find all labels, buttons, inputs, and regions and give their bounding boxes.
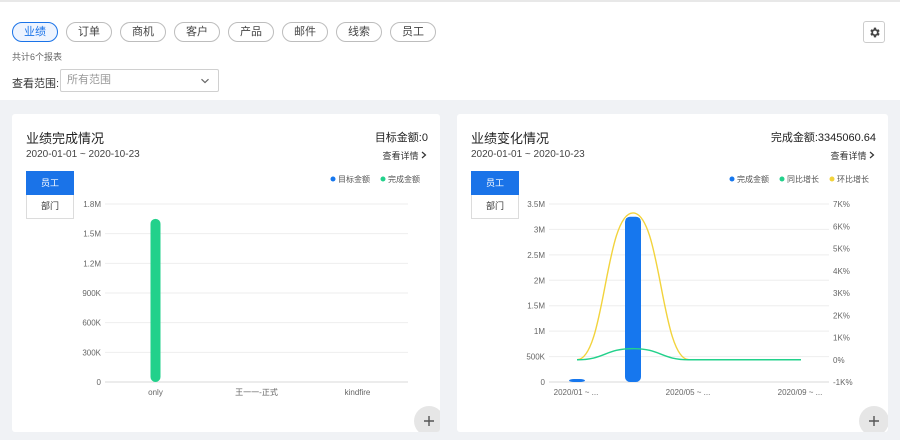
add-button[interactable]: [859, 406, 888, 432]
legend-marker: [330, 176, 336, 182]
y-tick-label: 0: [541, 378, 546, 387]
x-tick-label: 2020/09 ~ ...: [778, 388, 823, 397]
scope-value: 所有范围: [67, 74, 111, 86]
y2-tick-label: 2K%: [833, 311, 850, 320]
bar-completed: [150, 218, 161, 382]
tab-opportunities[interactable]: 商机: [120, 22, 166, 42]
tab-performance[interactable]: 业绩: [12, 22, 58, 42]
scope-label: 查看范围:: [12, 78, 60, 90]
tab-emails[interactable]: 邮件: [282, 22, 328, 42]
bar-completed: [569, 379, 585, 382]
x-tick-label: 2020/01 ~ ...: [554, 388, 599, 397]
y-tick-label: 900K: [82, 289, 101, 298]
report-tabs: 业绩 订单 商机 客户 产品 邮件 线索 员工: [12, 22, 436, 42]
y-tick-label: 1.5M: [527, 302, 545, 311]
y2-tick-label: 3K%: [833, 289, 850, 298]
performance-completion-card: 业绩完成情况 目标金额:0 2020-01-01 ~ 2020-10-23 查看…: [12, 114, 440, 432]
gear-icon: [869, 27, 880, 37]
legend-marker: [829, 176, 835, 182]
y2-tick-label: 5K%: [833, 245, 850, 254]
top-panel: 业绩 订单 商机 客户 产品 邮件 线索 员工 共计6个报表 查看范围: 所有范…: [0, 0, 900, 100]
y-tick-label: 1.5M: [83, 230, 101, 239]
y-tick-label: 2M: [534, 276, 545, 285]
tab-employees[interactable]: 员工: [390, 22, 436, 42]
legend-label: 完成金额: [737, 174, 769, 184]
y-tick-label: 3.5M: [527, 200, 545, 209]
performance-trend-card: 业绩变化情况 完成金额:3345060.64 2020-01-01 ~ 2020…: [457, 114, 888, 432]
tab-customers[interactable]: 客户: [174, 22, 220, 42]
tab-products[interactable]: 产品: [228, 22, 274, 42]
y2-tick-label: 4K%: [833, 267, 850, 276]
legend-marker: [380, 176, 386, 182]
chevron-down-icon: [201, 78, 209, 84]
legend-marker: [729, 176, 735, 182]
y-tick-label: 500K: [526, 353, 545, 362]
performance-bar-chart: 0 300K 600K 900K 1.2M 1.5M 1.8M only 王一一-正式 kindf…: [82, 174, 420, 397]
y2-tick-label: 6K%: [833, 222, 850, 231]
legend-label: 目标金额: [338, 174, 370, 184]
performance-trend-chart: 0 500K 1M 1.5M 2M 2.5M 3M 3.5M -1K% 0% 1K% 2K% 3K% 4K…: [526, 174, 869, 397]
legend-label: 环比增长: [837, 174, 869, 184]
y2-tick-label: 0%: [833, 356, 845, 365]
x-tick-label: 2020/05 ~ ...: [666, 388, 711, 397]
y-tick-label: 0: [97, 378, 102, 387]
legend-label: 同比增长: [787, 174, 819, 184]
line-yoy-growth: [576, 347, 801, 361]
tab-orders[interactable]: 订单: [66, 22, 112, 42]
y-tick-label: 2.5M: [527, 251, 545, 260]
plus-icon: [424, 416, 434, 426]
x-tick-label: 王一一-正式: [235, 387, 278, 397]
plus-icon: [869, 416, 879, 426]
y-tick-label: 300K: [82, 348, 101, 357]
legend-label: 完成金额: [388, 174, 420, 184]
y-tick-label: 1.2M: [83, 259, 101, 268]
settings-button[interactable]: [863, 21, 885, 43]
y2-tick-label: 7K%: [833, 200, 850, 209]
y-tick-label: 3M: [534, 225, 545, 234]
y-tick-label: 1M: [534, 327, 545, 336]
line-mom-growth: [576, 212, 801, 361]
x-tick-label: only: [148, 388, 163, 397]
x-tick-label: kindfire: [345, 388, 371, 397]
add-button[interactable]: [414, 406, 440, 432]
bar-completed: [625, 216, 641, 382]
y2-tick-label: 1K%: [833, 334, 850, 343]
tab-leads[interactable]: 线索: [336, 22, 382, 42]
scope-select[interactable]: 所有范围: [60, 69, 219, 92]
y-tick-label: 1.8M: [83, 200, 101, 209]
report-count: 共计6个报表: [12, 52, 63, 62]
legend-marker: [779, 176, 785, 182]
y2-tick-label: -1K%: [833, 378, 853, 387]
y-tick-label: 600K: [82, 319, 101, 328]
